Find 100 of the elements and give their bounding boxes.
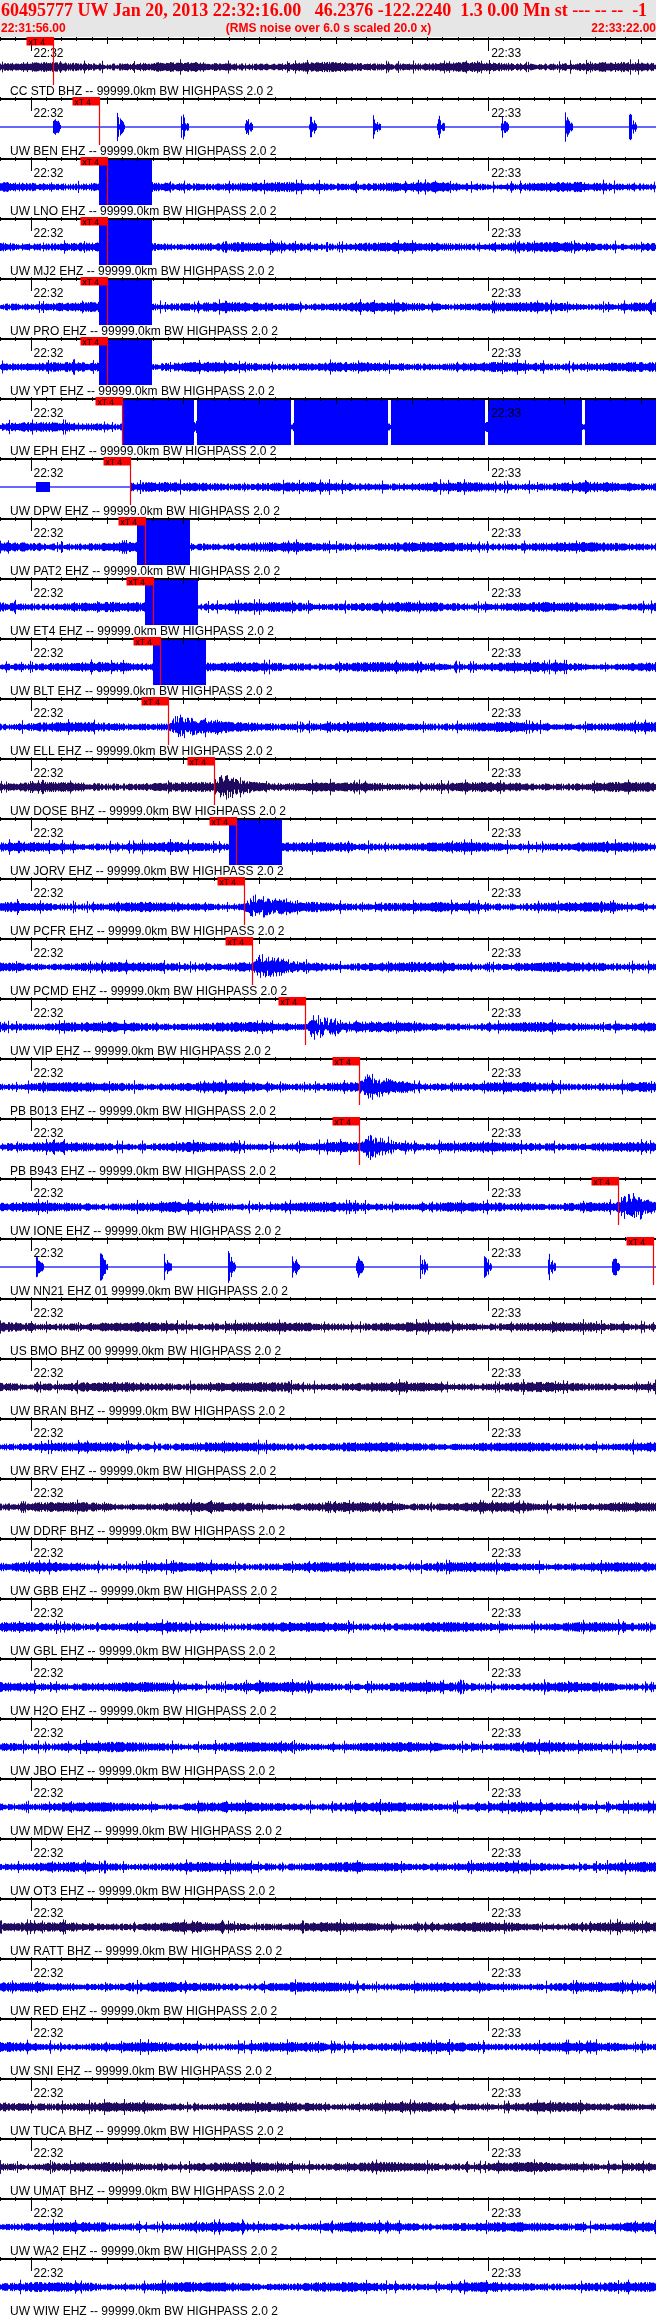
channel-label: UW H2O EHZ -- 99999.0km BW HIGHPASS 2.0 2 xyxy=(10,1705,277,1717)
time-label: 22:33 xyxy=(491,226,522,240)
channel-label: UW DOSE BHZ -- 99999.0km BW HIGHPASS 2.0 2 xyxy=(10,805,286,817)
time-label: 22:32 xyxy=(33,1966,64,1980)
time-label: 22:32 xyxy=(33,226,64,240)
channel-label: UW UMAT BHZ -- 99999.0km BW HIGHPASS 2.0 2 xyxy=(10,2185,285,2197)
channel-label: UW EPH EHZ -- 99999.0km BW HIGHPASS 2.0 2 xyxy=(10,445,277,457)
time-label: 22:33 xyxy=(491,166,522,180)
channel-label: UW PCMD EHZ -- 99999.0km BW HIGHPASS 2.0 2 xyxy=(10,985,288,997)
time-label: 22:32 xyxy=(33,646,64,660)
time-label: 22:33 xyxy=(491,2206,522,2220)
channel-label: CC STD BHZ -- 99999.0km BW HIGHPASS 2.0 2 xyxy=(10,85,274,97)
time-label: 22:33 xyxy=(491,46,522,60)
time-label: 22:32 xyxy=(33,1126,64,1140)
time-label: 22:33 xyxy=(491,1066,522,1080)
time-label: 22:32 xyxy=(33,1186,64,1200)
time-label: 22:32 xyxy=(33,1306,64,1320)
time-label: 22:33 xyxy=(491,1126,522,1140)
time-label: 22:32 xyxy=(33,286,64,300)
time-label: 22:33 xyxy=(491,1006,522,1020)
time-label: 22:32 xyxy=(33,1366,64,1380)
time-label: 22:32 xyxy=(33,1486,64,1500)
channel-label: UW BEN EHZ -- 99999.0km BW HIGHPASS 2.0 2 xyxy=(10,145,277,157)
time-label: 22:32 xyxy=(33,826,64,840)
channel-label: UW MJ2 EHZ -- 99999.0km BW HIGHPASS 2.0 2 xyxy=(10,265,275,277)
time-label: 22:33 xyxy=(491,1786,522,1800)
channel-label: UW DPW EHZ -- 99999.0km BW HIGHPASS 2.0 2 xyxy=(10,505,280,517)
time-label: 22:33 xyxy=(491,1306,522,1320)
time-label: 22:33 xyxy=(491,2086,522,2100)
time-label: 22:32 xyxy=(33,166,64,180)
time-label: 22:32 xyxy=(33,766,64,780)
time-label: 22:33 xyxy=(491,1606,522,1620)
channel-label: UW IONE EHZ -- 99999.0km BW HIGHPASS 2.0 2 xyxy=(10,1225,282,1237)
channel-label: UW JORV EHZ -- 99999.0km BW HIGHPASS 2.0 2 xyxy=(10,865,284,877)
start-time: 22:31:56.00 xyxy=(1,21,66,35)
channel-label: UW TUCA BHZ -- 99999.0km BW HIGHPASS 2.0 2 xyxy=(10,2125,284,2137)
time-label: 22:32 xyxy=(33,406,64,420)
end-time: 22:33:22.00 xyxy=(591,21,656,35)
channel-label: UW MDW EHZ -- 99999.0km BW HIGHPASS 2.0 2 xyxy=(10,1825,282,1837)
time-label: 22:32 xyxy=(33,1006,64,1020)
time-label: 22:32 xyxy=(33,526,64,540)
channel-label: UW PRO EHZ -- 99999.0km BW HIGHPASS 2.0 2 xyxy=(10,325,278,337)
channel-label: UW LNO EHZ -- 99999.0km BW HIGHPASS 2.0 2 xyxy=(10,205,277,217)
time-label: 22:32 xyxy=(33,1666,64,1680)
channel-label: UW OT3 EHZ -- 99999.0km BW HIGHPASS 2.0 2 xyxy=(10,1885,276,1897)
time-label: 22:33 xyxy=(491,1906,522,1920)
channel-label: UW WIW EHZ -- 99999.0km BW HIGHPASS 2.0 2 xyxy=(10,2305,278,2317)
channel-label: UW ET4 EHZ -- 99999.0km BW HIGHPASS 2.0 2 xyxy=(10,625,274,637)
time-label: 22:32 xyxy=(33,586,64,600)
time-label: 22:32 xyxy=(33,106,64,120)
time-label: 22:33 xyxy=(491,286,522,300)
channel-label: US BMO BHZ 00 99999.0km BW HIGHPASS 2.0 2 xyxy=(10,1345,282,1357)
time-label: 22:33 xyxy=(491,946,522,960)
time-label: 22:33 xyxy=(491,1966,522,1980)
channel-label: UW GBL EHZ -- 99999.0km BW HIGHPASS 2.0 2 xyxy=(10,1645,276,1657)
time-label: 22:32 xyxy=(33,1786,64,1800)
time-label: 22:32 xyxy=(33,1606,64,1620)
channel-label: UW PAT2 EHZ -- 99999.0km BW HIGHPASS 2.0 2 xyxy=(10,565,281,577)
channel-label: UW RED EHZ -- 99999.0km BW HIGHPASS 2.0 2 xyxy=(10,2005,278,2017)
channel-label: UW RATT BHZ -- 99999.0km BW HIGHPASS 2.0 2 xyxy=(10,1945,283,1957)
channel-label: UW BLT EHZ -- 99999.0km BW HIGHPASS 2.0 2 xyxy=(10,685,273,697)
time-label: 22:33 xyxy=(491,466,522,480)
noise-note: (RMS noise over 6.0 s scaled 20.0 x) xyxy=(225,21,432,35)
channel-label: UW JBO EHZ -- 99999.0km BW HIGHPASS 2.0 2 xyxy=(10,1765,276,1777)
channel-label: UW ELL EHZ -- 99999.0km BW HIGHPASS 2.0 2 xyxy=(10,745,273,757)
time-label: 22:33 xyxy=(491,706,522,720)
time-label: 22:32 xyxy=(33,2086,64,2100)
time-label: 22:32 xyxy=(33,2206,64,2220)
time-label: 22:32 xyxy=(33,1546,64,1560)
time-label: 22:33 xyxy=(491,1186,522,1200)
time-label: 22:33 xyxy=(491,346,522,360)
time-label: 22:33 xyxy=(491,1726,522,1740)
channel-label: UW NN21 EHZ 01 99999.0km BW HIGHPASS 2.0 2 xyxy=(10,1285,288,1297)
channel-label: UW VIP EHZ -- 99999.0km BW HIGHPASS 2.0 2 xyxy=(10,1045,271,1057)
time-label: 22:33 xyxy=(491,1546,522,1560)
time-label: 22:33 xyxy=(491,886,522,900)
channel-label: UW WA2 EHZ -- 99999.0km BW HIGHPASS 2.0 2 xyxy=(10,2245,278,2257)
channel-label: UW SNI EHZ -- 99999.0km BW HIGHPASS 2.0 2 xyxy=(10,2065,272,2077)
time-label: 22:32 xyxy=(33,946,64,960)
time-label: 22:33 xyxy=(491,2146,522,2160)
time-label: 22:33 xyxy=(491,766,522,780)
time-label: 22:32 xyxy=(33,706,64,720)
time-label: 22:32 xyxy=(33,1246,64,1260)
time-label: 22:32 xyxy=(33,1906,64,1920)
channel-label: PB B013 EHZ -- 99999.0km BW HIGHPASS 2.0 2 xyxy=(10,1105,276,1117)
time-label: 22:32 xyxy=(33,466,64,480)
time-label: 22:32 xyxy=(33,1726,64,1740)
time-label: 22:32 xyxy=(33,2146,64,2160)
time-label: 22:33 xyxy=(491,106,522,120)
time-label: 22:33 xyxy=(491,586,522,600)
time-label: 22:33 xyxy=(491,1846,522,1860)
channel-label: UW DDRF BHZ -- 99999.0km BW HIGHPASS 2.0 2 xyxy=(10,1525,286,1537)
channel-label: UW BRV EHZ -- 99999.0km BW HIGHPASS 2.0 2 xyxy=(10,1465,277,1477)
time-label: 22:32 xyxy=(33,1426,64,1440)
time-label: 22:33 xyxy=(491,1366,522,1380)
time-label: 22:32 xyxy=(33,1066,64,1080)
time-label: 22:32 xyxy=(33,346,64,360)
time-label: 22:33 xyxy=(491,646,522,660)
time-label: 22:32 xyxy=(33,2026,64,2040)
channel-label: UW GBB EHZ -- 99999.0km BW HIGHPASS 2.0 2 xyxy=(10,1585,278,1597)
